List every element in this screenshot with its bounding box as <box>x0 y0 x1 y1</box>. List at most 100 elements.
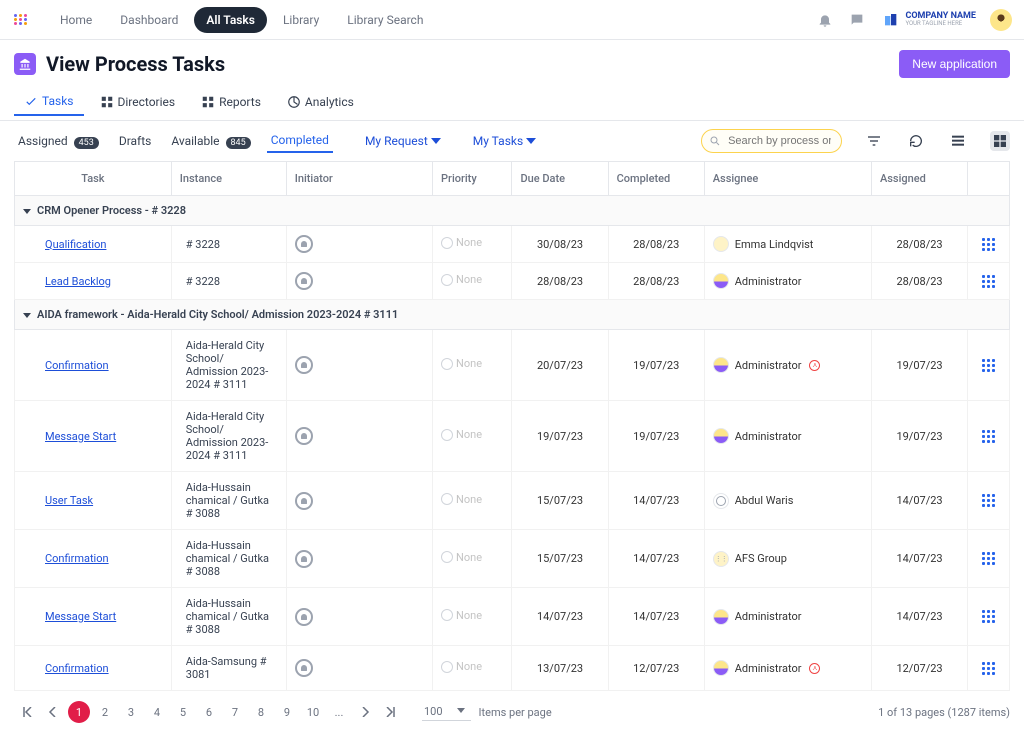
table-row: Qualification# 3228None30/08/2328/08/23E… <box>15 226 1010 263</box>
row-actions-icon[interactable] <box>982 238 995 251</box>
group-row[interactable]: AIDA framework - Aida-Herald City School… <box>15 300 1010 330</box>
task-link[interactable]: Lead Backlog <box>45 275 111 288</box>
task-link[interactable]: Confirmation <box>45 359 109 372</box>
tab-reports[interactable]: Reports <box>191 88 271 116</box>
completed-date: 19/07/23 <box>608 401 704 472</box>
row-actions-icon[interactable] <box>982 359 995 372</box>
filter-my-request[interactable]: My Request <box>365 134 441 148</box>
page-number-10[interactable]: 10 <box>302 701 324 723</box>
row-actions-icon[interactable] <box>982 662 995 675</box>
new-application-button[interactable]: New application <box>899 50 1010 78</box>
page-number-8[interactable]: 8 <box>250 701 272 723</box>
task-link[interactable]: Message Start <box>45 430 116 443</box>
task-link[interactable]: Message Start <box>45 610 116 623</box>
instance-cell: Aida-Herald City School/ Admission 2023-… <box>171 330 286 401</box>
page-number-3[interactable]: 3 <box>120 701 142 723</box>
col-initiator[interactable]: Initiator <box>286 162 432 196</box>
assigned-date: 12/07/23 <box>871 646 967 691</box>
page-number-7[interactable]: 7 <box>224 701 246 723</box>
assignee-cell: Administrator⋏ <box>713 660 863 676</box>
row-actions-icon[interactable] <box>982 275 995 288</box>
pager-prev[interactable] <box>42 701 64 723</box>
page-icon <box>14 53 36 75</box>
col-assignee[interactable]: Assignee <box>704 162 871 196</box>
priority-value: None <box>441 493 482 506</box>
search-icon <box>709 135 721 147</box>
nav-library-search[interactable]: Library Search <box>335 7 435 33</box>
sub-nav: Tasks Directories Reports Analytics <box>0 84 1024 121</box>
col-priority[interactable]: Priority <box>433 162 512 196</box>
initiator-icon <box>295 235 313 253</box>
nav-dashboard[interactable]: Dashboard <box>108 7 190 33</box>
task-link[interactable]: Confirmation <box>45 662 109 675</box>
col-completed[interactable]: Completed <box>608 162 704 196</box>
task-link[interactable]: Confirmation <box>45 552 109 565</box>
page-number-4[interactable]: 4 <box>146 701 168 723</box>
user-avatar[interactable] <box>990 9 1012 31</box>
filter-completed[interactable]: Completed <box>267 130 333 153</box>
page-title: View Process Tasks <box>46 52 225 76</box>
page-number-2[interactable]: 2 <box>94 701 116 723</box>
col-assigned[interactable]: Assigned <box>871 162 967 196</box>
tab-analytics[interactable]: Analytics <box>277 88 364 116</box>
due-date: 28/08/23 <box>512 263 608 300</box>
filter-assigned[interactable]: Assigned 453 <box>14 131 103 152</box>
pager-first[interactable] <box>16 701 38 723</box>
company-badge[interactable]: COMPANY NAME YOUR TAGLINE HERE <box>883 12 976 28</box>
nav-home[interactable]: Home <box>48 7 104 33</box>
pagination: 12345678910... 100 Items per page 1 of 1… <box>0 691 1024 741</box>
priority-value: None <box>441 273 482 286</box>
filter-drafts[interactable]: Drafts <box>115 131 156 151</box>
group-row[interactable]: CRM Opener Process - # 3228 <box>15 196 1010 226</box>
page-number-5[interactable]: 5 <box>172 701 194 723</box>
tab-directories[interactable]: Directories <box>90 88 186 116</box>
messages-icon[interactable] <box>845 8 869 32</box>
tab-tasks[interactable]: Tasks <box>14 88 84 116</box>
row-actions-icon[interactable] <box>982 610 995 623</box>
assignee-avatar <box>713 357 729 373</box>
priority-value: None <box>441 551 482 564</box>
filter-available[interactable]: Available 845 <box>167 131 254 152</box>
tasks-table: Task Instance Initiator Priority Due Dat… <box>0 161 1024 691</box>
pager-next[interactable] <box>354 701 376 723</box>
initiator-icon <box>295 356 313 374</box>
page-number-9[interactable]: 9 <box>276 701 298 723</box>
page-number-6[interactable]: 6 <box>198 701 220 723</box>
col-task[interactable]: Task <box>15 162 172 196</box>
assigned-date: 14/07/23 <box>871 472 967 530</box>
nav-all-tasks[interactable]: All Tasks <box>194 7 267 33</box>
refresh-icon[interactable] <box>906 131 926 151</box>
task-link[interactable]: Qualification <box>45 238 106 251</box>
due-date: 13/07/23 <box>512 646 608 691</box>
assignee-avatar <box>713 551 729 567</box>
assignee-cell: Abdul Waris <box>713 493 863 509</box>
col-instance[interactable]: Instance <box>171 162 286 196</box>
row-actions-icon[interactable] <box>982 552 995 565</box>
due-date: 19/07/23 <box>512 401 608 472</box>
filter-icon[interactable] <box>864 131 884 151</box>
notifications-icon[interactable] <box>813 8 837 32</box>
completed-date: 19/07/23 <box>608 330 704 401</box>
items-per-page-select[interactable]: 100 <box>422 703 471 721</box>
search-input[interactable] <box>701 129 842 153</box>
initiator-icon <box>295 608 313 626</box>
nav-library[interactable]: Library <box>271 7 331 33</box>
assignee-avatar <box>713 428 729 444</box>
page-number-...[interactable]: ... <box>328 701 350 723</box>
priority-value: None <box>441 236 482 249</box>
assigned-date: 19/07/23 <box>871 401 967 472</box>
row-actions-icon[interactable] <box>982 494 995 507</box>
list-view-icon[interactable] <box>948 131 968 151</box>
assignee-avatar <box>713 273 729 289</box>
completed-date: 28/08/23 <box>608 263 704 300</box>
row-actions-icon[interactable] <box>982 430 995 443</box>
task-link[interactable]: User Task <box>45 494 93 507</box>
col-due[interactable]: Due Date <box>512 162 608 196</box>
filter-my-tasks[interactable]: My Tasks <box>473 134 536 148</box>
tab-reports-label: Reports <box>219 95 261 109</box>
page-number-1[interactable]: 1 <box>68 701 90 723</box>
grid-view-icon[interactable] <box>990 131 1010 151</box>
due-date: 15/07/23 <box>512 472 608 530</box>
pager-last[interactable] <box>380 701 402 723</box>
assigned-date: 14/07/23 <box>871 588 967 646</box>
